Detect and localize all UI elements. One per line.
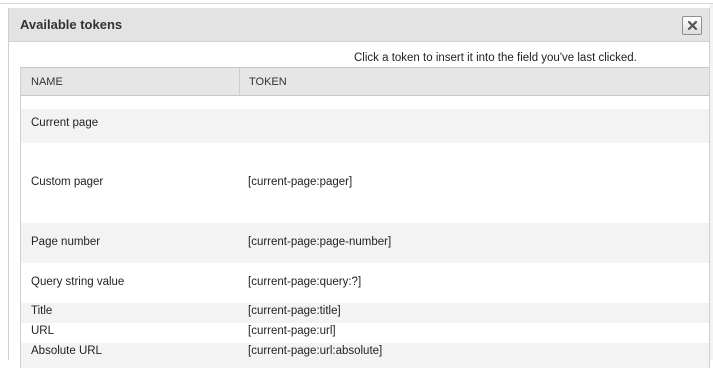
tokens-table: NAME TOKEN Current page Custom pager [cu…	[20, 67, 710, 368]
token-value[interactable]: [current-page:title]	[248, 305, 341, 317]
table-row[interactable]: Custom pager [current-page:pager]	[21, 143, 709, 223]
table-row[interactable]: Current page	[21, 109, 709, 143]
token-name: Query string value	[31, 276, 125, 288]
token-name: Current page	[31, 117, 99, 129]
close-icon	[687, 20, 698, 31]
table-row[interactable]: URL [current-page:url]	[21, 323, 709, 343]
table-header: NAME TOKEN	[21, 67, 709, 96]
backdrop-line	[0, 3, 713, 4]
available-tokens-dialog: Available tokens Click a token to insert…	[8, 8, 710, 368]
column-header-token[interactable]: TOKEN	[249, 76, 287, 88]
token-value[interactable]: [current-page:query:?]	[248, 276, 361, 288]
token-name: Title	[31, 305, 53, 317]
table-row[interactable]: Query string value [current-page:query:?…	[21, 263, 709, 303]
token-name: Custom pager	[31, 176, 104, 188]
table-row[interactable]: Title [current-page:title]	[21, 303, 709, 323]
insert-hint: Click a token to insert it into the fiel…	[354, 52, 637, 64]
token-value[interactable]: [current-page:url]	[248, 325, 336, 337]
token-name: Absolute URL	[31, 345, 102, 357]
token-value[interactable]: [current-page:pager]	[248, 176, 352, 188]
token-name: URL	[31, 325, 55, 337]
dialog-title: Available tokens	[20, 17, 123, 32]
token-name: Page number	[31, 236, 101, 248]
table-row[interactable]: Absolute URL [current-page:url:absolute]	[21, 343, 709, 368]
column-header-name[interactable]: NAME	[31, 76, 63, 88]
dialog-titlebar: Available tokens	[9, 8, 709, 42]
token-value[interactable]: [current-page:url:absolute]	[248, 345, 382, 357]
close-button[interactable]	[682, 16, 702, 35]
table-row[interactable]: Page number [current-page:page-number]	[21, 223, 709, 263]
token-value[interactable]: [current-page:page-number]	[248, 236, 391, 248]
column-divider	[239, 68, 240, 96]
